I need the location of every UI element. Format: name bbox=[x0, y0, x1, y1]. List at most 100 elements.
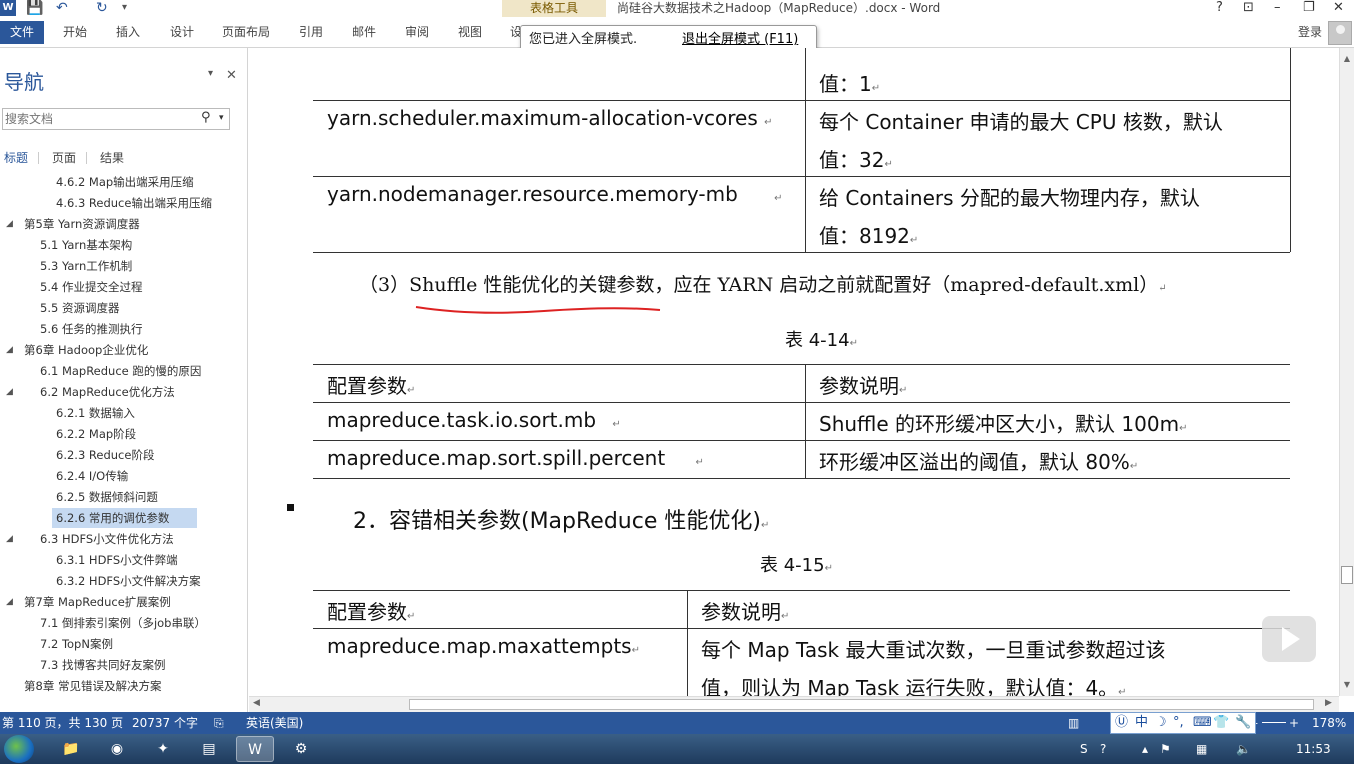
hscroll-thumb[interactable] bbox=[409, 699, 1314, 710]
nav-heading-item[interactable]: ◢ 6.3 HDFS小文件优化方法 bbox=[6, 529, 178, 549]
scroll-thumb[interactable] bbox=[1341, 566, 1353, 584]
zoom-level[interactable]: 178% bbox=[1312, 712, 1346, 734]
skin-icon[interactable]: 👕 bbox=[1213, 713, 1229, 733]
nav-heading-item[interactable]: 7.2 TopN案例 bbox=[36, 634, 117, 654]
nav-tab-headings[interactable]: 标题 bbox=[4, 148, 28, 168]
ime-logo-icon[interactable]: Ⓤ bbox=[1115, 713, 1128, 733]
scroll-left-icon[interactable]: ◀ bbox=[253, 698, 260, 708]
flag-icon[interactable]: ⚑ bbox=[1160, 734, 1171, 764]
zoom-in-button[interactable]: + bbox=[1289, 712, 1299, 734]
scroll-down-icon[interactable]: ▼ bbox=[1341, 680, 1353, 692]
nav-heading-item[interactable]: 5.4 作业提交全过程 bbox=[36, 277, 146, 297]
close-button[interactable]: ✕ bbox=[1333, 0, 1344, 16]
nav-heading-item[interactable]: 5.6 任务的推测执行 bbox=[36, 319, 146, 339]
tab-view[interactable]: 视图 bbox=[458, 21, 482, 44]
tab-home[interactable]: 开始 bbox=[63, 21, 87, 44]
nav-options-chevron-icon[interactable]: ▾ bbox=[208, 68, 213, 79]
nav-search-input[interactable] bbox=[5, 110, 190, 128]
punctuation-icon[interactable]: °, bbox=[1173, 713, 1184, 733]
nav-heading-item[interactable]: 6.3.1 HDFS小文件弊端 bbox=[52, 550, 182, 570]
tab-design[interactable]: 设计 bbox=[170, 21, 194, 44]
search-icon[interactable]: ⚲ bbox=[201, 110, 211, 125]
speaker-icon[interactable]: 🔈 bbox=[1236, 734, 1251, 764]
settings-gear-icon[interactable]: ⚙ bbox=[282, 736, 320, 762]
tab-file[interactable]: 文件 bbox=[0, 21, 44, 44]
nav-heading-item[interactable]: 4.6.3 Reduce输出端采用压缩 bbox=[52, 193, 216, 213]
nav-tab-results[interactable]: 结果 bbox=[100, 148, 124, 168]
nav-heading-item[interactable]: 6.2.4 I/O传输 bbox=[52, 466, 132, 486]
nav-close-icon[interactable]: ✕ bbox=[226, 68, 237, 83]
expand-arrow-icon[interactable]: ◢ bbox=[6, 214, 13, 234]
nav-heading-item[interactable]: 6.3.2 HDFS小文件解决方案 bbox=[52, 571, 205, 591]
tab-page-layout[interactable]: 页面布局 bbox=[222, 21, 270, 44]
user-avatar-icon[interactable] bbox=[1328, 21, 1352, 45]
tray-expand-icon[interactable]: ▴ bbox=[1142, 734, 1148, 764]
clock[interactable]: 11:53 bbox=[1296, 734, 1331, 764]
sogou-icon[interactable]: S bbox=[1080, 734, 1088, 764]
language-indicator[interactable]: 英语(美国) bbox=[246, 712, 303, 734]
nav-heading-item[interactable]: 7.3 找博客共同好友案例 bbox=[36, 655, 169, 675]
zoom-slider[interactable] bbox=[1262, 722, 1286, 723]
undo-icon[interactable]: ↶ bbox=[56, 0, 68, 16]
nav-heading-item[interactable]: 第8章 常见错误及解决方案 bbox=[20, 676, 165, 696]
nav-heading-item[interactable]: 5.5 资源调度器 bbox=[36, 298, 123, 318]
app-icon[interactable]: ✦ bbox=[144, 736, 182, 762]
network-icon[interactable]: ▦ bbox=[1196, 734, 1207, 764]
tab-insert[interactable]: 插入 bbox=[116, 21, 140, 44]
keyboard-icon[interactable]: ⌨ bbox=[1193, 713, 1212, 733]
proofing-icon[interactable]: ⎘ bbox=[214, 712, 224, 734]
expand-arrow-icon[interactable]: ◢ bbox=[6, 382, 13, 402]
nav-heading-item[interactable]: ◢ 第5章 Yarn资源调度器 bbox=[6, 214, 144, 234]
expand-arrow-icon[interactable]: ◢ bbox=[6, 340, 13, 360]
start-button-icon[interactable] bbox=[4, 735, 34, 763]
nav-heading-item[interactable]: 5.3 Yarn工作机制 bbox=[36, 256, 136, 276]
search-options-chevron-icon[interactable]: ▾ bbox=[219, 113, 224, 123]
tab-references[interactable]: 引用 bbox=[299, 21, 323, 44]
nav-heading-item[interactable]: 6.2.3 Reduce阶段 bbox=[52, 445, 158, 465]
scroll-up-icon[interactable]: ▲ bbox=[1341, 54, 1353, 66]
video-play-overlay-icon[interactable] bbox=[1262, 616, 1316, 662]
expand-arrow-icon[interactable]: ◢ bbox=[6, 529, 13, 549]
tab-mailings[interactable]: 邮件 bbox=[352, 21, 376, 44]
tools-icon[interactable]: 🔧 bbox=[1235, 713, 1251, 733]
vertical-scrollbar[interactable]: ▲ ▼ bbox=[1339, 48, 1354, 696]
redo-icon[interactable]: ↻ bbox=[96, 0, 108, 16]
nav-heading-item[interactable]: 6.2.2 Map阶段 bbox=[52, 424, 140, 444]
nav-heading-item[interactable]: 6.2.6 常用的调优参数 bbox=[52, 508, 198, 528]
read-mode-icon[interactable]: ▥ bbox=[1068, 712, 1079, 734]
customize-quick-access-icon[interactable]: ▾ bbox=[122, 0, 127, 16]
table-border bbox=[313, 628, 1290, 629]
nav-heading-item[interactable]: 5.1 Yarn基本架构 bbox=[36, 235, 136, 255]
notes-icon[interactable]: ▤ bbox=[190, 736, 228, 762]
word-count[interactable]: 20737 个字 bbox=[132, 712, 198, 734]
ime-mode-chinese[interactable]: 中 bbox=[1135, 713, 1148, 733]
help-button[interactable]: ? bbox=[1216, 0, 1223, 16]
nav-heading-item[interactable]: 4.6.2 Map输出端采用压缩 bbox=[52, 172, 198, 192]
chrome-icon[interactable]: ◉ bbox=[98, 736, 136, 762]
ime-toolbar[interactable]: Ⓤ 中 ☽ °, ⌨ 👕 🔧 bbox=[1110, 712, 1256, 734]
nav-heading-item[interactable]: 6.2.1 数据输入 bbox=[52, 403, 139, 423]
login-link[interactable]: 登录 bbox=[1298, 21, 1322, 44]
horizontal-scrollbar[interactable]: ◀ ▶ bbox=[249, 696, 1339, 712]
nav-heading-item[interactable]: ◢ 第7章 MapReduce扩展案例 bbox=[6, 592, 175, 612]
nav-heading-item[interactable]: 6.2.5 数据倾斜问题 bbox=[52, 487, 162, 507]
scroll-right-icon[interactable]: ▶ bbox=[1325, 698, 1332, 708]
minimize-button[interactable]: – bbox=[1274, 0, 1281, 16]
moon-icon[interactable]: ☽ bbox=[1155, 713, 1167, 733]
nav-heading-item[interactable]: 6.1 MapReduce 跑的慢的原因 bbox=[36, 361, 205, 381]
restore-button[interactable]: ❐ bbox=[1303, 0, 1315, 16]
help-tray-icon[interactable]: ? bbox=[1100, 734, 1106, 764]
file-explorer-icon[interactable]: 📁 bbox=[52, 736, 90, 762]
nav-heading-item[interactable]: 7.1 倒排索引案例（多job串联） bbox=[36, 613, 210, 633]
expand-arrow-icon[interactable]: ◢ bbox=[6, 592, 13, 612]
nav-heading-item[interactable]: ◢ 6.2 MapReduce优化方法 bbox=[6, 382, 179, 402]
page-count[interactable]: 第 110 页，共 130 页 bbox=[2, 712, 123, 734]
document-page[interactable]: 值：1↵ yarn.scheduler.maximum-allocation-v… bbox=[249, 48, 1339, 696]
nav-heading-label: 4.6.2 Map输出端采用压缩 bbox=[56, 175, 194, 189]
tab-review[interactable]: 审阅 bbox=[405, 21, 429, 44]
word-taskbar-icon[interactable]: W bbox=[236, 736, 274, 762]
nav-heading-item[interactable]: ◢ 第6章 Hadoop企业优化 bbox=[6, 340, 152, 360]
nav-tab-pages[interactable]: 页面 bbox=[52, 148, 76, 168]
save-icon[interactable]: 💾 bbox=[26, 0, 43, 16]
ribbon-display-options-button[interactable]: ⊡ bbox=[1243, 0, 1254, 16]
